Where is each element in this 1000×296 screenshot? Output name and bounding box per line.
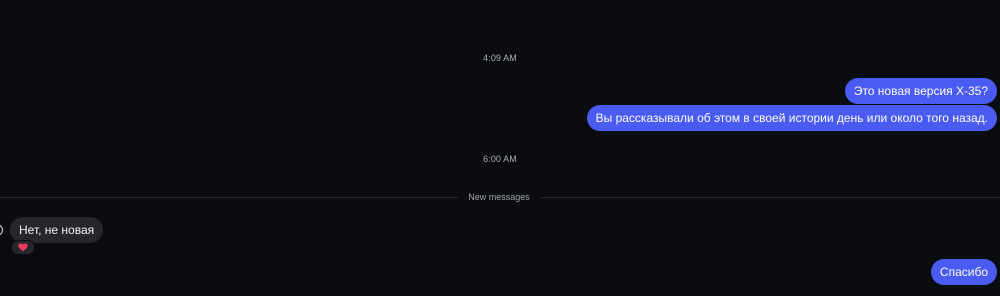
- new-messages-divider: New messages: [0, 191, 1000, 203]
- message-timestamp: 6:00 AM: [483, 154, 517, 164]
- divider-line: [0, 197, 458, 198]
- heart-icon: [18, 243, 28, 252]
- new-messages-label: New messages: [458, 191, 540, 203]
- chat-thread: 4:09 AM Это новая версия Х-35? Вы расска…: [0, 0, 1000, 296]
- avatar[interactable]: [0, 224, 3, 236]
- outgoing-message[interactable]: Спасибо: [930, 259, 997, 285]
- message-timestamp: 4:09 AM: [483, 53, 517, 63]
- message-reaction[interactable]: [11, 240, 35, 255]
- outgoing-message[interactable]: Это новая версия Х-35?: [844, 78, 997, 104]
- outgoing-message[interactable]: Вы рассказывали об этом в своей истории …: [586, 105, 997, 131]
- divider-line: [540, 197, 1000, 198]
